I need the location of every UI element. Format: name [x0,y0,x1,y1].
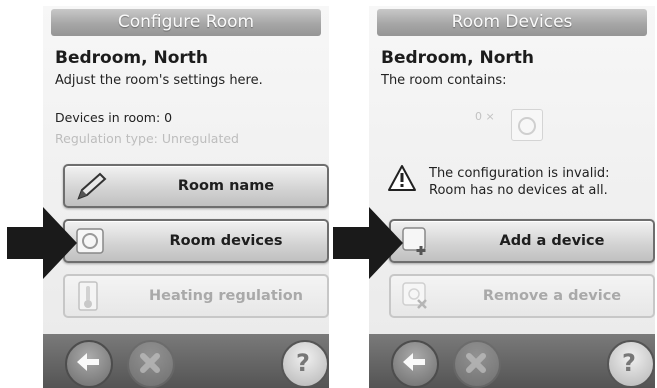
room-devices-screen: Room Devices Bedroom, North The room con… [369,6,655,388]
devices-in-room-info: Devices in room: 0 [55,110,173,125]
device-count-label: 0 × [475,110,495,123]
room-name-button-label: Room name [177,178,275,194]
device-icon [73,226,109,256]
device-slot-icon [511,109,543,141]
remove-device-button[interactable]: Remove a device [389,274,655,318]
back-arrow-icon[interactable] [391,340,439,388]
back-arrow-icon[interactable] [65,340,113,388]
room-devices-button[interactable]: Room devices [63,219,329,263]
room-name-heading: Bedroom, North [381,48,535,68]
room-name-heading: Bedroom, North [55,48,209,68]
help-icon[interactable]: ? [607,340,655,388]
add-device-icon [399,226,435,256]
remove-device-button-label: Remove a device [482,288,622,304]
add-device-button[interactable]: Add a device [389,219,655,263]
warning-icon [387,164,417,192]
warning-line-1: The configuration is invalid: [429,166,610,181]
thermometer-icon [73,281,109,311]
regulation-type-info: Regulation type: Unregulated [55,131,239,146]
pointer-arrow-right [333,207,403,279]
add-device-button-label: Add a device [499,233,605,249]
configure-room-screen: Configure Room Bedroom, North Adjust the… [43,6,329,388]
title-bar: Configure Room [51,9,321,36]
pencil-icon [73,171,109,201]
heating-regulation-button[interactable]: Heating regulation [63,274,329,318]
remove-device-icon [399,281,435,311]
cancel-icon[interactable] [127,340,175,388]
room-name-button[interactable]: Room name [63,164,329,208]
cancel-icon[interactable] [453,340,501,388]
svg-text:?: ? [296,349,310,377]
svg-text:?: ? [622,349,636,377]
screen-subtitle: The room contains: [381,73,507,88]
title-bar: Room Devices [377,9,647,36]
help-icon[interactable]: ? [281,340,329,388]
warning-message: The configuration is invalid: Room has n… [429,165,610,199]
room-devices-button-label: Room devices [169,233,283,249]
warning-line-2: Room has no devices at all. [429,183,608,198]
heating-regulation-button-label: Heating regulation [148,288,304,304]
screen-subtitle: Adjust the room's settings here. [55,73,263,88]
pointer-arrow-left [7,207,77,279]
